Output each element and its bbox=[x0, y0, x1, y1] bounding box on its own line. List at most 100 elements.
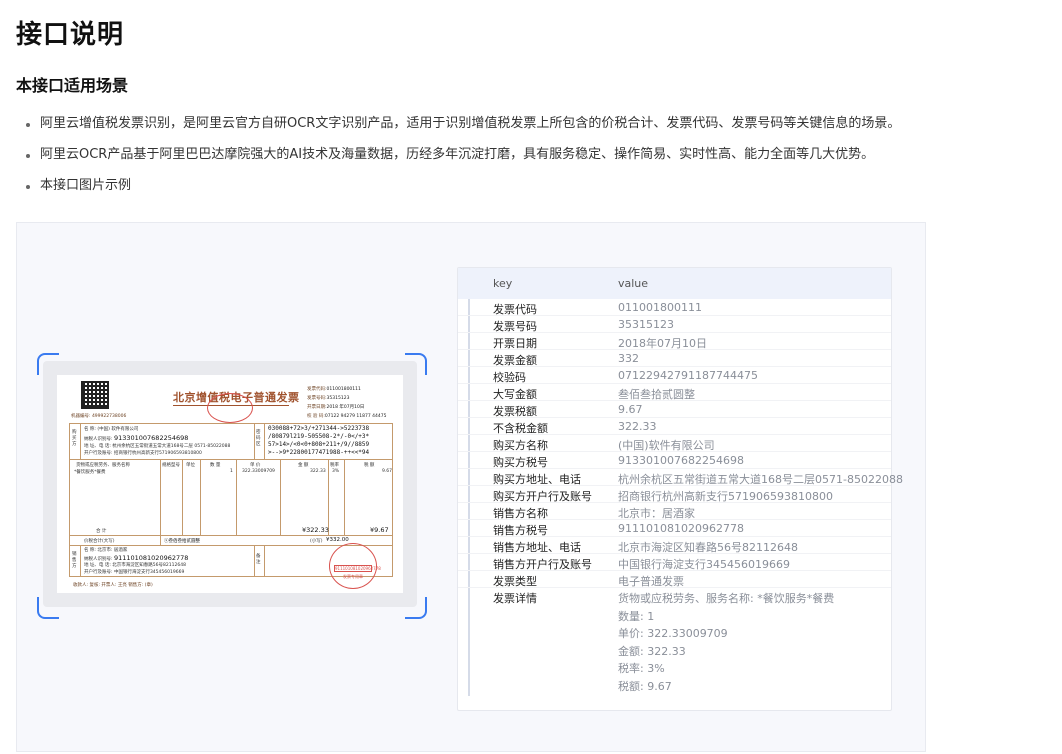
item-name: *餐饮服务*餐费 bbox=[74, 470, 106, 475]
row-key: 大写金额 bbox=[493, 388, 537, 401]
row-value: 杭州余杭区五常街道五常大道168号二层0571-85022088 bbox=[618, 473, 903, 486]
table-row: 开票日期 2018年07月10日 bbox=[458, 333, 891, 350]
row-key: 发票号码 bbox=[493, 320, 537, 333]
seller-tax-id: 911101081020962778 bbox=[113, 554, 189, 562]
row-key: 开票日期 bbox=[493, 337, 537, 350]
item-amount: 322.33 bbox=[310, 469, 326, 474]
row-key: 发票金额 bbox=[493, 354, 537, 367]
row-key: 购买方开户行及账号 bbox=[493, 490, 592, 503]
buyer-tax-id: 913301007682254698 bbox=[113, 434, 189, 442]
row-value: 叁佰叁拾贰圆整 bbox=[618, 388, 695, 401]
row-key: 发票税额 bbox=[493, 405, 537, 418]
detail-line: 数量: 1 bbox=[618, 609, 655, 623]
header-value: value bbox=[618, 277, 649, 290]
row-key: 销售方名称 bbox=[493, 507, 548, 520]
invoice-meta: 发票代码:011001800111 发票号码:35315123 开票日期:201… bbox=[307, 385, 386, 421]
items-header-price: 单 价 bbox=[250, 463, 261, 468]
table-row: 发票代码 011001800111 bbox=[458, 299, 891, 316]
invoice-image-frame: 北京增值税电子普通发票 发票代码:011001800111 发票号码:35315… bbox=[43, 361, 417, 607]
row-value: 07122942791187744475 bbox=[618, 369, 758, 382]
invoice-date: 2018 年07月10日 bbox=[326, 405, 365, 410]
row-key: 购买方名称 bbox=[493, 439, 548, 452]
row-key: 购买方地址、电话 bbox=[493, 473, 581, 486]
total-small: ¥332.00 bbox=[326, 537, 349, 543]
row-key: 销售方开户行及账号 bbox=[493, 558, 592, 571]
detail-line: 金额: 322.33 bbox=[618, 644, 686, 658]
buyer-side-label: 购买方 bbox=[72, 430, 77, 447]
scenario-list: 阿里云增值税发票识别，是阿里云官方自研OCR文字识别产品，适用于识别增值税发票上… bbox=[24, 114, 900, 207]
table-row: 大写金额 叁佰叁拾贰圆整 bbox=[458, 384, 891, 401]
invoice-number: 35315123 bbox=[326, 396, 350, 401]
row-value: 322.33 bbox=[618, 420, 657, 433]
detail-line: 单价: 322.33009709 bbox=[618, 627, 728, 640]
row-key: 校验码 bbox=[493, 371, 526, 384]
row-value: 9.67 bbox=[618, 403, 643, 416]
seal-text: 发票专用章 bbox=[343, 574, 363, 579]
tax-bureau-seal-icon bbox=[207, 393, 253, 423]
table-row: 销售方开户行及账号 中国银行海淀支行345456019669 bbox=[458, 554, 891, 571]
invoice-code: 011001800111 bbox=[326, 387, 361, 392]
seller-name: 名 称: 北京市: 居酒家 bbox=[84, 548, 128, 553]
remark-label: 备注 bbox=[256, 554, 261, 565]
cipher-line: 030088+72>3/+271344->5223738 bbox=[268, 425, 370, 432]
table-row: 发票金额 332 bbox=[458, 350, 891, 367]
table-row: 发票类型 电子普通发票 bbox=[458, 571, 891, 588]
subtotal-label: 合 计 bbox=[96, 529, 107, 534]
table-row: 校验码 07122942791187744475 bbox=[458, 367, 891, 384]
cipher-line: 57>14>/<0<0+808+211+/9//8859 bbox=[268, 441, 370, 448]
items-header-tax: 税 额 bbox=[364, 463, 375, 468]
row-value: 2018年07月10日 bbox=[618, 337, 707, 350]
items-header-amount: 金 额 bbox=[298, 463, 309, 468]
example-panel: 北京增值税电子普通发票 发票代码:011001800111 发票号码:35315… bbox=[16, 222, 926, 752]
detail-line: 税额: 9.67 bbox=[618, 679, 672, 693]
row-key: 发票代码 bbox=[493, 303, 537, 316]
item-rate: 3% bbox=[332, 469, 340, 474]
table-row: 购买方开户行及账号 招商银行杭州高新支行571906593810800 bbox=[458, 486, 891, 503]
result-table-body: 发票代码 011001800111 发票号码 35315123 开票日期 2018年07月… bbox=[458, 299, 903, 588]
items-header-qty: 数 量 bbox=[210, 463, 221, 468]
table-row: 销售方税号 911101081020962778 bbox=[458, 520, 891, 537]
detail-line: 货物或应税劳务、服务名称: *餐饮服务*餐费 bbox=[618, 592, 835, 605]
seal-id: 911101081020962778 bbox=[334, 565, 381, 573]
list-item: 阿里云OCR产品基于阿里巴巴达摩院强大的AI技术及海量数据，历经多年沉淀打磨，具… bbox=[24, 145, 900, 176]
buyer-tax-label: 纳税人识别号: bbox=[84, 437, 113, 442]
list-item: 阿里云增值税发票识别，是阿里云官方自研OCR文字识别产品，适用于识别增值税发票上… bbox=[24, 114, 900, 145]
table-row: 发票号码 35315123 bbox=[458, 316, 891, 333]
buyer-name: 名 称: (中国) 软件有限公司 bbox=[84, 427, 139, 432]
row-key: 销售方地址、电话 bbox=[493, 541, 581, 554]
invoice-code-label: 发票代码: bbox=[307, 387, 327, 392]
invoice-image: 北京增值税电子普通发票 发票代码:011001800111 发票号码:35315… bbox=[57, 375, 403, 593]
item-price: 322.33009709 bbox=[242, 469, 275, 474]
detail-key: 发票详情 bbox=[493, 592, 537, 605]
row-key: 发票类型 bbox=[493, 575, 537, 588]
invoice-check-code: 07122 94279 11877 44475 bbox=[324, 414, 387, 419]
row-value: 中国银行海淀支行345456019669 bbox=[618, 558, 790, 571]
row-value: 913301007682254698 bbox=[618, 454, 744, 467]
total-words: ⓧ叁佰叁拾贰圆整 bbox=[164, 539, 200, 544]
seller-bank: 开户行及账号: 中国银行海淀支行345456019669 bbox=[84, 570, 185, 575]
row-value: 35315123 bbox=[618, 318, 674, 331]
table-row: 发票税额 9.67 bbox=[458, 401, 891, 418]
row-key: 不含税金额 bbox=[493, 422, 548, 435]
item-tax: 9.67 bbox=[382, 469, 393, 474]
invoice-check-label: 校 验 码: bbox=[307, 414, 325, 419]
row-key: 销售方税号 bbox=[493, 524, 548, 537]
row-value: 电子普通发票 bbox=[618, 575, 684, 588]
invoice-number-label: 发票号码: bbox=[307, 396, 327, 401]
buyer-row: 购买方 名 称: (中国) 软件有限公司 纳税人识别号: 91330100768… bbox=[70, 424, 392, 460]
table-row: 购买方名称 (中国)软件有限公司 bbox=[458, 435, 891, 452]
row-value: 011001800111 bbox=[618, 301, 702, 314]
qr-code-icon bbox=[81, 381, 109, 409]
items-header-spec: 规格型号 bbox=[162, 463, 180, 468]
table-row-detail: 发票详情 货物或应税劳务、服务名称: *餐饮服务*餐费 数量: 1 单价: 322.… bbox=[458, 588, 891, 696]
invoice-date-label: 开票日期: bbox=[307, 405, 327, 410]
total-label: 价税合计(大写) bbox=[84, 539, 115, 544]
buyer-address: 地 址、电 话: 杭州余杭区五常街道五常大道168号二层 0571-850220… bbox=[84, 444, 231, 449]
item-qty: 1 bbox=[230, 469, 233, 474]
row-value: 北京市海淀区知春路56号82112648 bbox=[618, 541, 798, 554]
table-row: 购买方地址、电话 杭州余杭区五常街道五常大道168号二层0571-85022088 bbox=[458, 469, 903, 486]
items-header-rate: 税率 bbox=[330, 463, 339, 468]
page-title: 接口说明 bbox=[16, 20, 125, 50]
row-value: 招商银行杭州高新支行571906593810800 bbox=[618, 490, 833, 503]
header-key: key bbox=[493, 277, 513, 290]
